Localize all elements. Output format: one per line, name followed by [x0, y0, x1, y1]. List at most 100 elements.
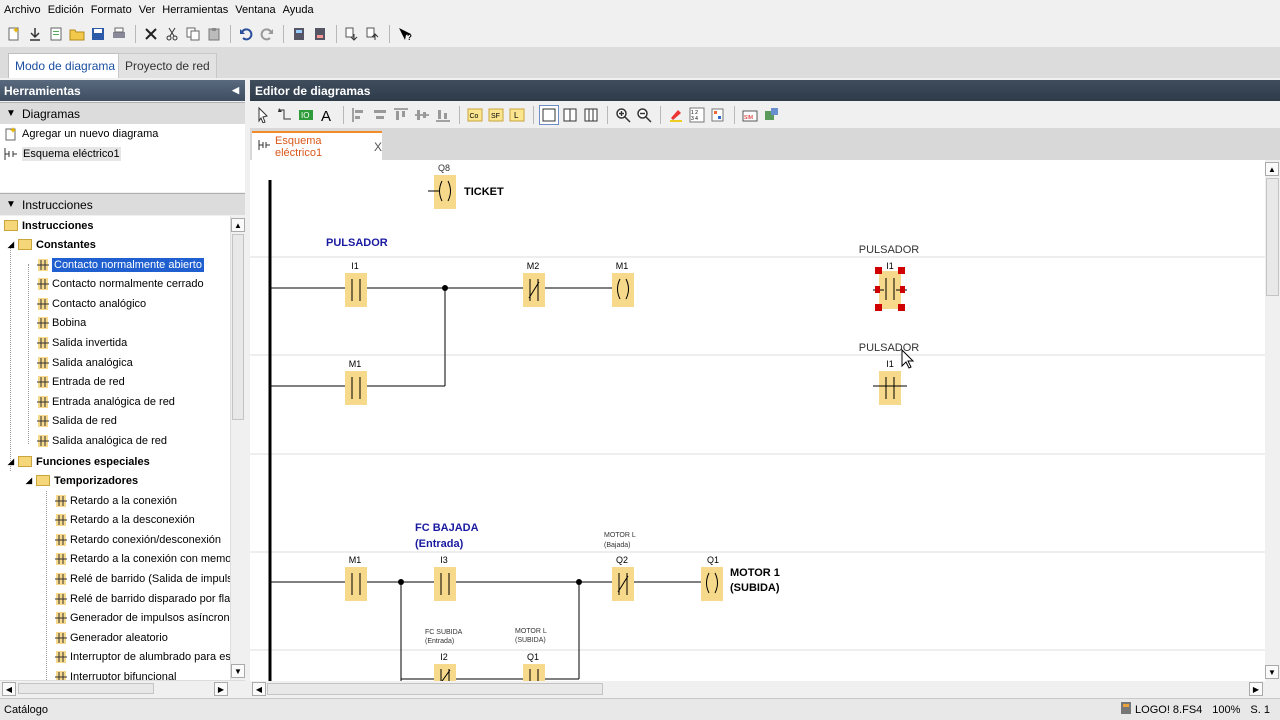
menu-edicion[interactable]: Edición [48, 4, 84, 16]
tab-network-project[interactable]: Proyecto de red [118, 53, 217, 78]
tree-item-timer[interactable]: Relé de barrido (Salida de impulsos [54, 569, 230, 588]
scroll-thumb[interactable] [18, 683, 154, 694]
redo-icon[interactable] [257, 24, 277, 44]
coil-q1[interactable] [701, 567, 723, 601]
sf-icon[interactable]: SF [486, 105, 506, 125]
zoom-in-icon[interactable] [613, 105, 633, 125]
menu-herramientas[interactable]: Herramientas [162, 4, 228, 16]
tree-item-timer[interactable]: Retardo a la desconexión [54, 511, 195, 530]
tree-item-constant[interactable]: Salida analógica [36, 353, 133, 372]
connect-icon[interactable] [275, 105, 295, 125]
tree-item-timer[interactable]: Retardo a la conexión [54, 491, 177, 510]
scroll-down-icon[interactable]: ▼ [1265, 665, 1279, 679]
print-icon[interactable] [109, 24, 129, 44]
tree-item-constant[interactable]: Salida de red [36, 412, 117, 431]
transfer-icon[interactable] [342, 24, 362, 44]
tree-node-timers[interactable]: ◢ Temporizadores [22, 471, 138, 490]
simulation-icon[interactable]: SIM [740, 105, 760, 125]
highlight-pen-icon[interactable] [666, 105, 686, 125]
scroll-thumb[interactable] [1266, 178, 1279, 296]
coil-m1[interactable] [612, 273, 634, 307]
tree-horizontal-scrollbar[interactable]: ◀ ▶ [0, 680, 245, 696]
download-to-device-icon[interactable] [289, 24, 309, 44]
align-bottom-icon[interactable] [433, 105, 453, 125]
instructions-section-header[interactable]: ▼ Instrucciones [0, 193, 245, 215]
tag-list-icon[interactable] [708, 105, 728, 125]
close-icon[interactable]: X [374, 140, 382, 154]
tree-node-constants[interactable]: ◢ Constantes [4, 235, 96, 254]
tree-item-constant[interactable]: Contacto analógico [36, 294, 146, 313]
tree-item-timer[interactable]: Generador de impulsos asíncrono [54, 609, 230, 628]
contact-nc-m2[interactable] [523, 273, 545, 307]
chevron-down-icon[interactable]: ◢ [4, 457, 18, 466]
canvas-vertical-scrollbar[interactable]: ▲ ▼ [1265, 160, 1280, 681]
triple-view-icon[interactable] [581, 105, 601, 125]
zoom-out-icon[interactable] [634, 105, 654, 125]
tree-item-timer[interactable]: Relé de barrido disparado por flanc [54, 589, 230, 608]
parameters-icon[interactable]: 1 23 4 [687, 105, 707, 125]
menu-archivo[interactable]: Archivo [4, 4, 41, 16]
open-folder-icon[interactable] [67, 24, 87, 44]
scroll-up-icon[interactable]: ▲ [1265, 162, 1279, 176]
co-icon[interactable]: Co [465, 105, 485, 125]
tree-item-timer[interactable]: Interruptor bifuncional [54, 667, 176, 680]
scroll-thumb[interactable] [232, 234, 244, 420]
copy-icon[interactable] [183, 24, 203, 44]
collapse-panel-icon[interactable]: ◀ [232, 85, 239, 96]
constants-icon[interactable]: IO [296, 105, 316, 125]
menu-ayuda[interactable]: Ayuda [283, 4, 314, 16]
contact-nc-q2[interactable] [612, 567, 634, 601]
scroll-thumb[interactable] [267, 683, 603, 695]
text-tool-icon[interactable]: A [317, 105, 337, 125]
transfer-back-icon[interactable] [363, 24, 383, 44]
selected-contact-i1[interactable] [873, 267, 907, 311]
diagram-canvas[interactable]: Q8 TICKET PULSADOR I1 M2 M1 M1 PULSADOR … [250, 160, 1265, 681]
align-top-icon[interactable] [391, 105, 411, 125]
contact-nc-i2[interactable] [434, 664, 456, 681]
single-view-icon[interactable] [539, 105, 559, 125]
menu-formato[interactable]: Formato [91, 4, 132, 16]
cut-icon[interactable] [162, 24, 182, 44]
tree-item-timer[interactable]: Generador aleatorio [54, 628, 168, 647]
tree-item-constant[interactable]: Contacto normalmente cerrado [36, 275, 204, 294]
tree-item-constant[interactable]: Salida analógica de red [36, 431, 167, 450]
menu-ver[interactable]: Ver [139, 4, 156, 16]
tree-item-timer[interactable]: Retardo a la conexión con memoria [54, 550, 230, 569]
l-icon[interactable]: L [507, 105, 527, 125]
tree-root-instructions[interactable]: Instrucciones [4, 216, 94, 235]
add-diagram-item[interactable]: Agregar un nuevo diagrama [0, 124, 245, 144]
diagram-item-esquema[interactable]: Esquema eléctrico1 [0, 144, 245, 164]
tree-item-timer[interactable]: Retardo conexión/desconexión [54, 530, 221, 549]
canvas-horizontal-scrollbar[interactable]: ◀ ▶ [250, 681, 1265, 697]
tree-item-constant[interactable]: Salida invertida [36, 333, 127, 352]
align-middle-icon[interactable] [412, 105, 432, 125]
tree-item-timer[interactable]: Interruptor de alumbrado para esc [54, 648, 230, 667]
tree-item-constant[interactable]: Bobina [36, 314, 86, 333]
tree-node-special-functions[interactable]: ◢ Funciones especiales [4, 452, 150, 471]
split-view-icon[interactable] [560, 105, 580, 125]
align-left-icon[interactable] [349, 105, 369, 125]
paste-icon[interactable] [204, 24, 224, 44]
download-icon[interactable] [25, 24, 45, 44]
scroll-up-icon[interactable]: ▲ [231, 218, 245, 232]
save-icon[interactable] [88, 24, 108, 44]
select-pointer-icon[interactable] [254, 105, 274, 125]
tree-item-constant[interactable]: Contacto normalmente abierto [36, 255, 204, 274]
chevron-down-icon[interactable]: ◢ [4, 240, 18, 249]
tab-esquema-electrico[interactable]: Esquema eléctrico1 X [252, 131, 382, 160]
chevron-down-icon[interactable]: ◢ [22, 476, 36, 485]
scroll-right-icon[interactable]: ▶ [214, 682, 228, 696]
tree-vertical-scrollbar[interactable]: ▲ ▼ [230, 216, 245, 680]
undo-icon[interactable] [236, 24, 256, 44]
diagrams-section-header[interactable]: ▼ Diagramas [0, 102, 245, 124]
scroll-left-icon[interactable]: ◀ [2, 682, 16, 696]
align-center-icon[interactable] [370, 105, 390, 125]
contact-no-i3[interactable] [434, 567, 456, 601]
contact-no-m1-row3[interactable] [345, 567, 367, 601]
tab-diagram-mode[interactable]: Modo de diagrama [8, 53, 123, 78]
contact-no-m1[interactable] [345, 371, 367, 405]
menu-ventana[interactable]: Ventana [235, 4, 275, 16]
tree-item-constant[interactable]: Entrada analógica de red [36, 392, 175, 411]
contact-no-q1[interactable] [523, 664, 545, 681]
delete-icon[interactable] [141, 24, 161, 44]
